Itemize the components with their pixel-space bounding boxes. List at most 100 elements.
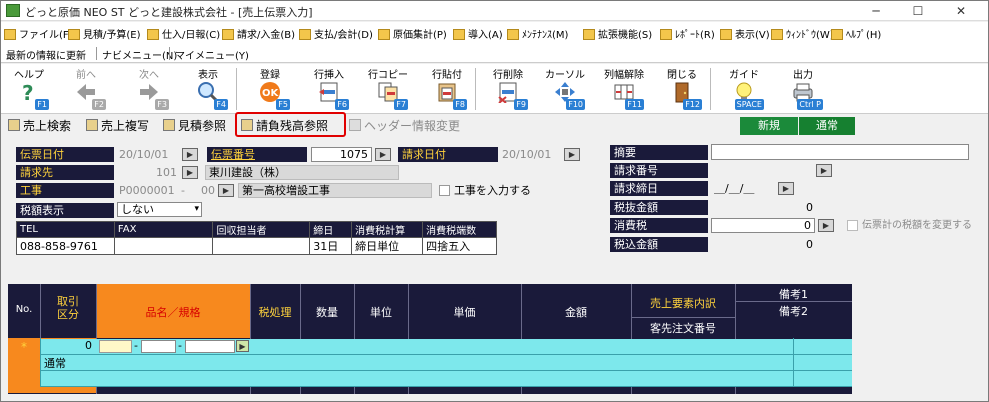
contact-tel: 088-858-9761 xyxy=(16,237,115,255)
tax-amount-button[interactable]: ▶ xyxy=(818,219,834,232)
prev-button[interactable]: 前へ F2 xyxy=(66,66,106,112)
menu-file[interactable]: ファイル(F) xyxy=(4,26,73,41)
slip-no-field[interactable]: 1075 xyxy=(311,147,372,162)
close-date-value[interactable]: ＿/＿/＿ xyxy=(714,181,754,196)
menu-report[interactable]: ﾚﾎﾟｰﾄ(R) xyxy=(660,26,715,41)
menu-setup[interactable]: 導入(A) xyxy=(453,26,503,41)
menu-extension[interactable]: 拡張機能(S) xyxy=(583,26,652,41)
menu-help[interactable]: ﾍﾙﾌﾟ(H) xyxy=(831,26,881,41)
tax-change-checkbox[interactable] xyxy=(847,220,858,231)
cursor-key-badge: F10 xyxy=(566,99,585,110)
menu-view[interactable]: 表示(V) xyxy=(720,26,770,41)
detail-grid: No. 取引 区分 品名／規格 税処理 数量 単位 単価 金額 売上要素内訳 客… xyxy=(8,284,852,394)
grid-header-item: 品名／規格 xyxy=(145,306,201,319)
estimate-icon xyxy=(163,119,175,131)
close-tool-button[interactable]: 閉じる F12 xyxy=(662,66,702,112)
menu-cost[interactable]: 原価集計(P) xyxy=(378,26,447,41)
item-picker-button[interactable]: ▶ xyxy=(236,340,249,352)
copy-row-button[interactable]: 行コピー F7 xyxy=(368,66,408,112)
delete-row-button-label: 行削除 xyxy=(493,70,523,81)
project-code[interactable]: P0000001 xyxy=(119,183,175,198)
view-button[interactable]: 表示 F4 xyxy=(188,66,228,112)
estimate-ref-tab[interactable]: 見積参照 xyxy=(163,117,226,136)
project-sub-code[interactable]: 00 xyxy=(201,183,215,198)
contact-header: 回収担当者 xyxy=(212,221,311,238)
customer-picker-button[interactable]: ▶ xyxy=(182,166,198,179)
grid-header-tax: 税処理 xyxy=(258,306,292,319)
project-label: 工事 xyxy=(16,183,114,198)
grid-line xyxy=(40,386,852,387)
guide-button-label: ガイド xyxy=(729,70,759,81)
cursor-button[interactable]: カーソル F10 xyxy=(545,66,585,112)
paste-row-button[interactable]: 行貼付 F8 xyxy=(427,66,467,112)
window: どっと原価 NEO ST どっと建設株式会社 - [売上伝票入力] ─ ☐ ✕ … xyxy=(0,0,989,402)
my-menu-link[interactable]: マイメニュー(Y) xyxy=(175,47,249,62)
quick-bar-divider xyxy=(96,47,97,60)
contact-tax-rounding: 四捨五入 xyxy=(422,237,497,255)
help-button[interactable]: ヘルプ ? F1 xyxy=(9,66,49,112)
customer-code[interactable]: 101 xyxy=(151,165,177,180)
toolbar-divider xyxy=(710,68,711,110)
invoice-no-label: 請求番号 xyxy=(610,163,708,178)
slip-date-value[interactable]: 20/10/01 xyxy=(119,147,168,162)
delete-row-button[interactable]: 行削除 F9 xyxy=(488,66,528,112)
tax-display-select[interactable]: しない ▾ xyxy=(117,202,202,217)
tax-amount[interactable]: 0 xyxy=(711,218,815,233)
maximize-button[interactable]: ☐ xyxy=(898,1,938,21)
delete-row-key-badge: F9 xyxy=(514,99,528,110)
quick-bar-divider xyxy=(169,47,170,60)
new-mode-button[interactable]: 新規 xyxy=(740,117,798,135)
menu-billing[interactable]: 請求/入金(B) xyxy=(222,26,295,41)
contact-header: 消費税端数 xyxy=(422,221,497,238)
item-code-input-2[interactable] xyxy=(141,340,176,353)
minimize-button[interactable]: ─ xyxy=(856,1,896,21)
insert-row-button[interactable]: 行挿入 F6 xyxy=(309,66,349,112)
memo-field[interactable] xyxy=(711,144,969,160)
contact-close-day: 31日 xyxy=(309,237,353,255)
row-kubun-code[interactable]: 0 xyxy=(40,339,92,352)
memo-label: 摘要 xyxy=(610,145,708,160)
close-date-picker-button[interactable]: ▶ xyxy=(778,182,794,195)
menu-window[interactable]: ｳｨﾝﾄﾞｳ(W) xyxy=(771,26,834,41)
output-button[interactable]: 出力 Ctrl P xyxy=(783,66,823,112)
bill-date-value[interactable]: 20/10/01 xyxy=(502,147,551,162)
item-code-input-3[interactable] xyxy=(185,340,235,353)
bill-date-picker-button[interactable]: ▶ xyxy=(564,148,580,161)
prev-key-badge: F2 xyxy=(92,99,106,110)
invoice-no-button[interactable]: ▶ xyxy=(816,164,832,177)
project-picker-button[interactable]: ▶ xyxy=(218,184,234,197)
menu-estimate-icon xyxy=(68,29,80,40)
register-button[interactable]: 登録 OK F5 xyxy=(250,66,290,112)
slip-date-picker-button[interactable]: ▶ xyxy=(182,148,198,161)
customer-name: 東川建設（株） xyxy=(205,165,399,180)
row-marker: * xyxy=(21,340,27,354)
normal-mode-button[interactable]: 通常 xyxy=(799,117,855,135)
menu-report-icon xyxy=(660,29,672,40)
navi-menu-link[interactable]: ナビメニュー(N) xyxy=(102,47,177,62)
menu-cost-icon xyxy=(378,29,390,40)
item-code-input-1[interactable] xyxy=(99,340,132,353)
svg-text:OK: OK xyxy=(262,88,280,99)
sales-copy-tab[interactable]: 売上複写 xyxy=(86,117,149,136)
guide-button[interactable]: ガイド SPACE xyxy=(724,66,764,112)
next-button[interactable]: 次へ F3 xyxy=(129,66,169,112)
copy-row-button-label: 行コピー xyxy=(368,70,408,81)
menu-maintenance[interactable]: ﾒﾝﾃﾅﾝｽ(M) xyxy=(507,26,568,41)
tax-change-label: 伝票計の税額を変更する xyxy=(862,220,972,231)
menu-setup-icon xyxy=(453,29,465,40)
view-key-badge: F4 xyxy=(214,99,228,110)
menu-purchase[interactable]: 仕入/日報(C) xyxy=(147,26,220,41)
grid-line xyxy=(735,301,852,302)
refresh-link[interactable]: 最新の情報に更新 xyxy=(6,47,86,62)
menu-estimate[interactable]: 見積/予算(E) xyxy=(68,26,141,41)
menu-file-icon xyxy=(4,29,16,40)
sales-search-tab[interactable]: 売上検索 xyxy=(8,117,71,136)
close-button[interactable]: ✕ xyxy=(941,1,981,21)
header-change-tab[interactable]: ヘッダー情報変更 xyxy=(349,117,460,136)
column-width-button[interactable]: 列幅解除 F11 xyxy=(604,66,644,112)
menu-payment[interactable]: 支払/会計(D) xyxy=(299,26,373,41)
pretax-amount: 0 xyxy=(806,201,813,214)
project-input-checkbox[interactable] xyxy=(439,185,450,196)
paste-row-button-label: 行貼付 xyxy=(432,70,462,81)
slip-no-button[interactable]: ▶ xyxy=(375,148,391,161)
